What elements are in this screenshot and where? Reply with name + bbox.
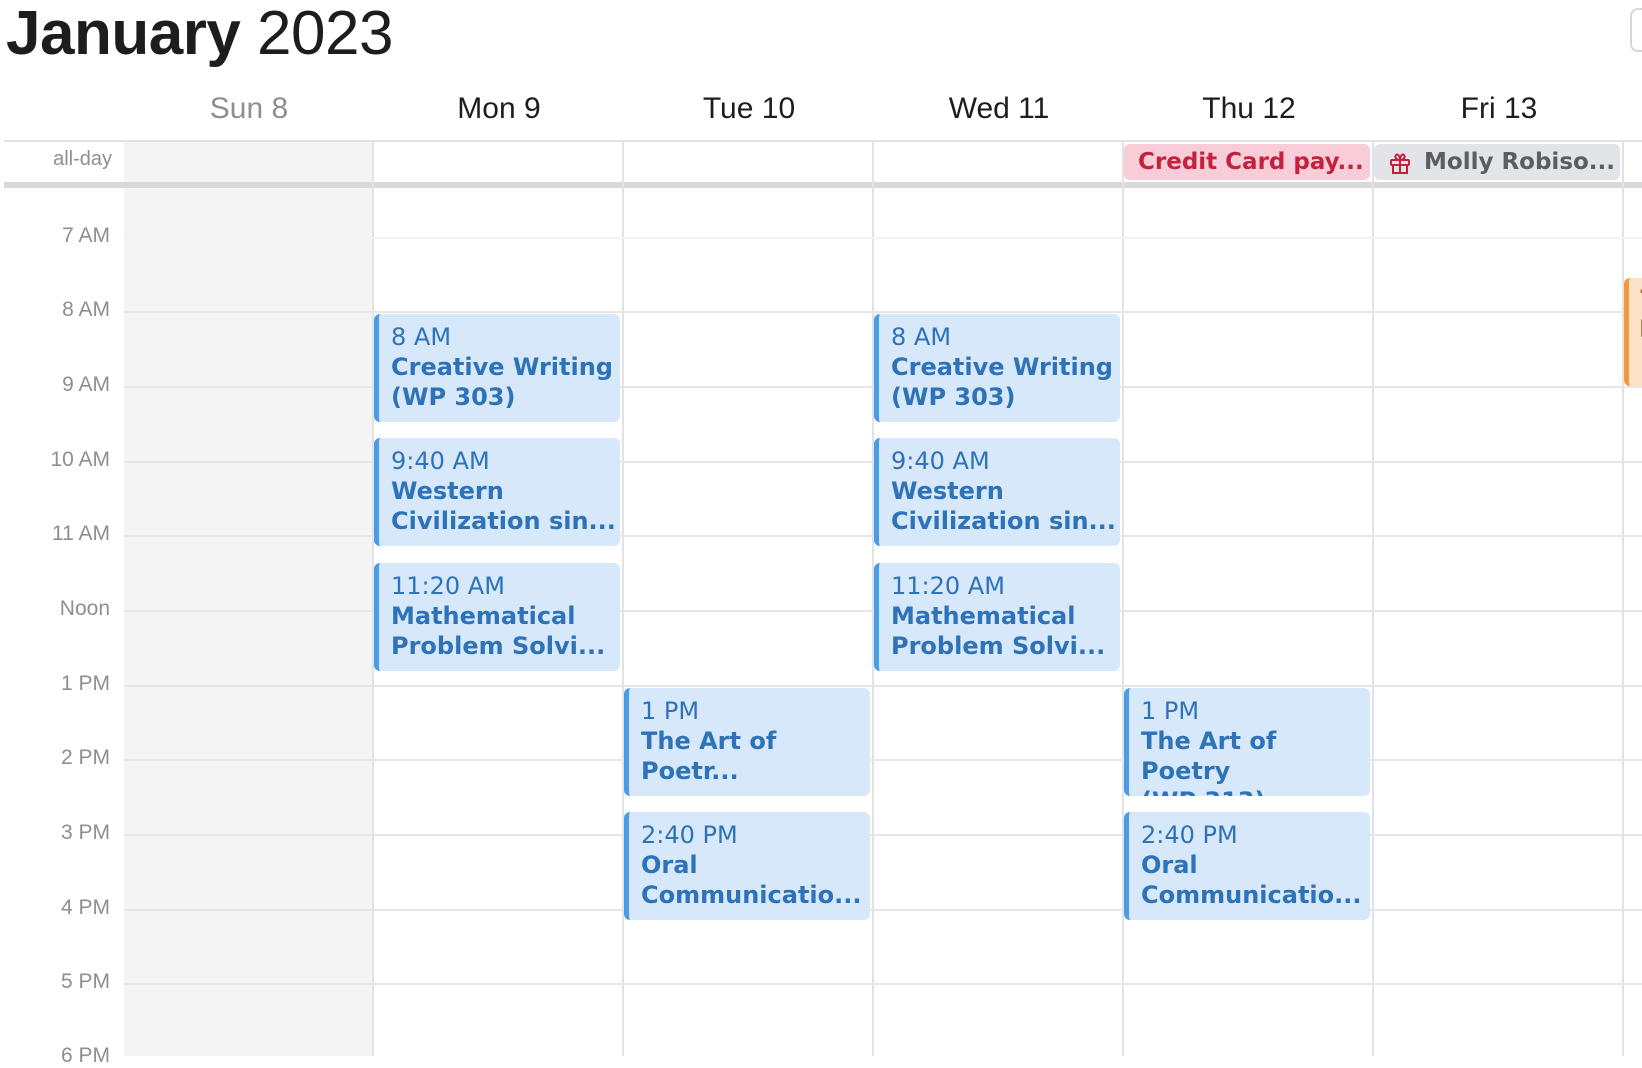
event-time: 2:40 PM <box>641 821 738 849</box>
toolbar-button[interactable] <box>1630 8 1642 52</box>
day-header-sun[interactable]: Sun 8 <box>124 86 374 132</box>
event-time: 11:20 AM <box>891 572 1005 600</box>
hour-line <box>124 759 1642 761</box>
time-label: 10 AM <box>50 448 110 471</box>
column-divider <box>1622 142 1624 1056</box>
time-label: 11 AM <box>52 522 110 545</box>
hour-line <box>124 834 1642 836</box>
event-creative-writing-wed[interactable]: 8 AM Creative Writing (WP 303) <box>874 314 1120 422</box>
hour-line <box>124 237 1642 239</box>
day-header-mon[interactable]: Mon 9 <box>374 86 624 132</box>
event-title: Western Civilization sin... <box>391 477 616 535</box>
time-label: 3 PM <box>60 821 110 844</box>
event-title: Creative Writing (WP 303) <box>391 353 613 411</box>
event-oral-communication-thu[interactable]: 2:40 PM Oral Communicatio... <box>1124 812 1370 920</box>
event-western-civ-mon[interactable]: 9:40 AM Western Civilization sin... <box>374 438 620 546</box>
allday-event-label: Molly Robiso... <box>1424 149 1616 175</box>
allday-event-birthday[interactable]: Molly Robiso... <box>1374 144 1620 180</box>
year-label: 2023 <box>257 0 393 68</box>
event-title: Western Civilization sin... <box>891 477 1116 535</box>
event-math-wed[interactable]: 11:20 AM Mathematical Problem Solvi... <box>874 563 1120 671</box>
page-title: January 2023 <box>6 0 393 74</box>
time-label: 2 PM <box>60 746 110 769</box>
column-divider <box>1122 142 1124 1056</box>
time-label: 7 AM <box>62 224 110 247</box>
event-title: The Art of Poetr... <box>641 727 777 785</box>
hour-line <box>124 311 1642 313</box>
time-label: Noon <box>59 597 110 620</box>
event-title: Mathematical Problem Solvi... <box>391 602 606 660</box>
event-title: Creative Writing (WP 303) <box>891 353 1113 411</box>
column-divider <box>1372 142 1374 1056</box>
event-art-of-poetry-thu[interactable]: 1 PM The Art of Poetry (WP 313) <box>1124 688 1370 796</box>
event-time: 11:20 AM <box>391 572 505 600</box>
time-label: 8 AM <box>62 298 110 321</box>
event-time: 1 PM <box>1141 697 1200 725</box>
sunday-allday-shade <box>124 142 372 182</box>
event-time: 2:40 PM <box>1141 821 1238 849</box>
day-header-tue[interactable]: Tue 10 <box>624 86 874 132</box>
event-time: 8 AM <box>891 323 952 351</box>
time-label: 9 AM <box>62 373 110 396</box>
event-title: Oral Communicatio... <box>641 851 862 909</box>
hour-line <box>124 983 1642 985</box>
event-time: 1 PM <box>641 697 700 725</box>
event-title: Mathematical Problem Solvi... <box>891 602 1106 660</box>
event-title: The Art of Poetry (WP 313) <box>1141 727 1277 796</box>
day-header-thu[interactable]: Thu 12 <box>1124 86 1374 132</box>
event-time: 9:40 AM <box>891 447 990 475</box>
day-header-fri[interactable]: Fri 13 <box>1374 86 1624 132</box>
time-label: 1 PM <box>60 672 110 695</box>
time-label: 6 PM <box>60 1044 110 1067</box>
gift-icon <box>1390 153 1410 174</box>
sunday-column-shade <box>124 188 372 1056</box>
event-time: 9:40 AM <box>391 447 490 475</box>
event-math-mon[interactable]: 11:20 AM Mathematical Problem Solvi... <box>374 563 620 671</box>
time-label: 4 PM <box>60 896 110 919</box>
event-western-civ-wed[interactable]: 9:40 AM Western Civilization sin... <box>874 438 1120 546</box>
event-creative-writing-mon[interactable]: 8 AM Creative Writing (WP 303) <box>374 314 620 422</box>
allday-label: all-day <box>53 148 112 170</box>
month-label: January <box>6 0 241 68</box>
event-art-of-poetry-tue[interactable]: 1 PM The Art of Poetr... <box>624 688 870 796</box>
event-partial-saturday[interactable]: 7 I <box>1624 278 1642 386</box>
hour-line <box>124 685 1642 687</box>
time-label: 5 PM <box>60 970 110 993</box>
event-title: Oral Communicatio... <box>1141 851 1362 909</box>
column-divider <box>622 142 624 1056</box>
event-oral-communication-tue[interactable]: 2:40 PM Oral Communicatio... <box>624 812 870 920</box>
hour-line <box>124 909 1642 911</box>
event-time: 8 AM <box>391 323 452 351</box>
allday-event-credit-card[interactable]: Credit Card pay... <box>1124 144 1370 180</box>
day-header-wed[interactable]: Wed 11 <box>874 86 1124 132</box>
